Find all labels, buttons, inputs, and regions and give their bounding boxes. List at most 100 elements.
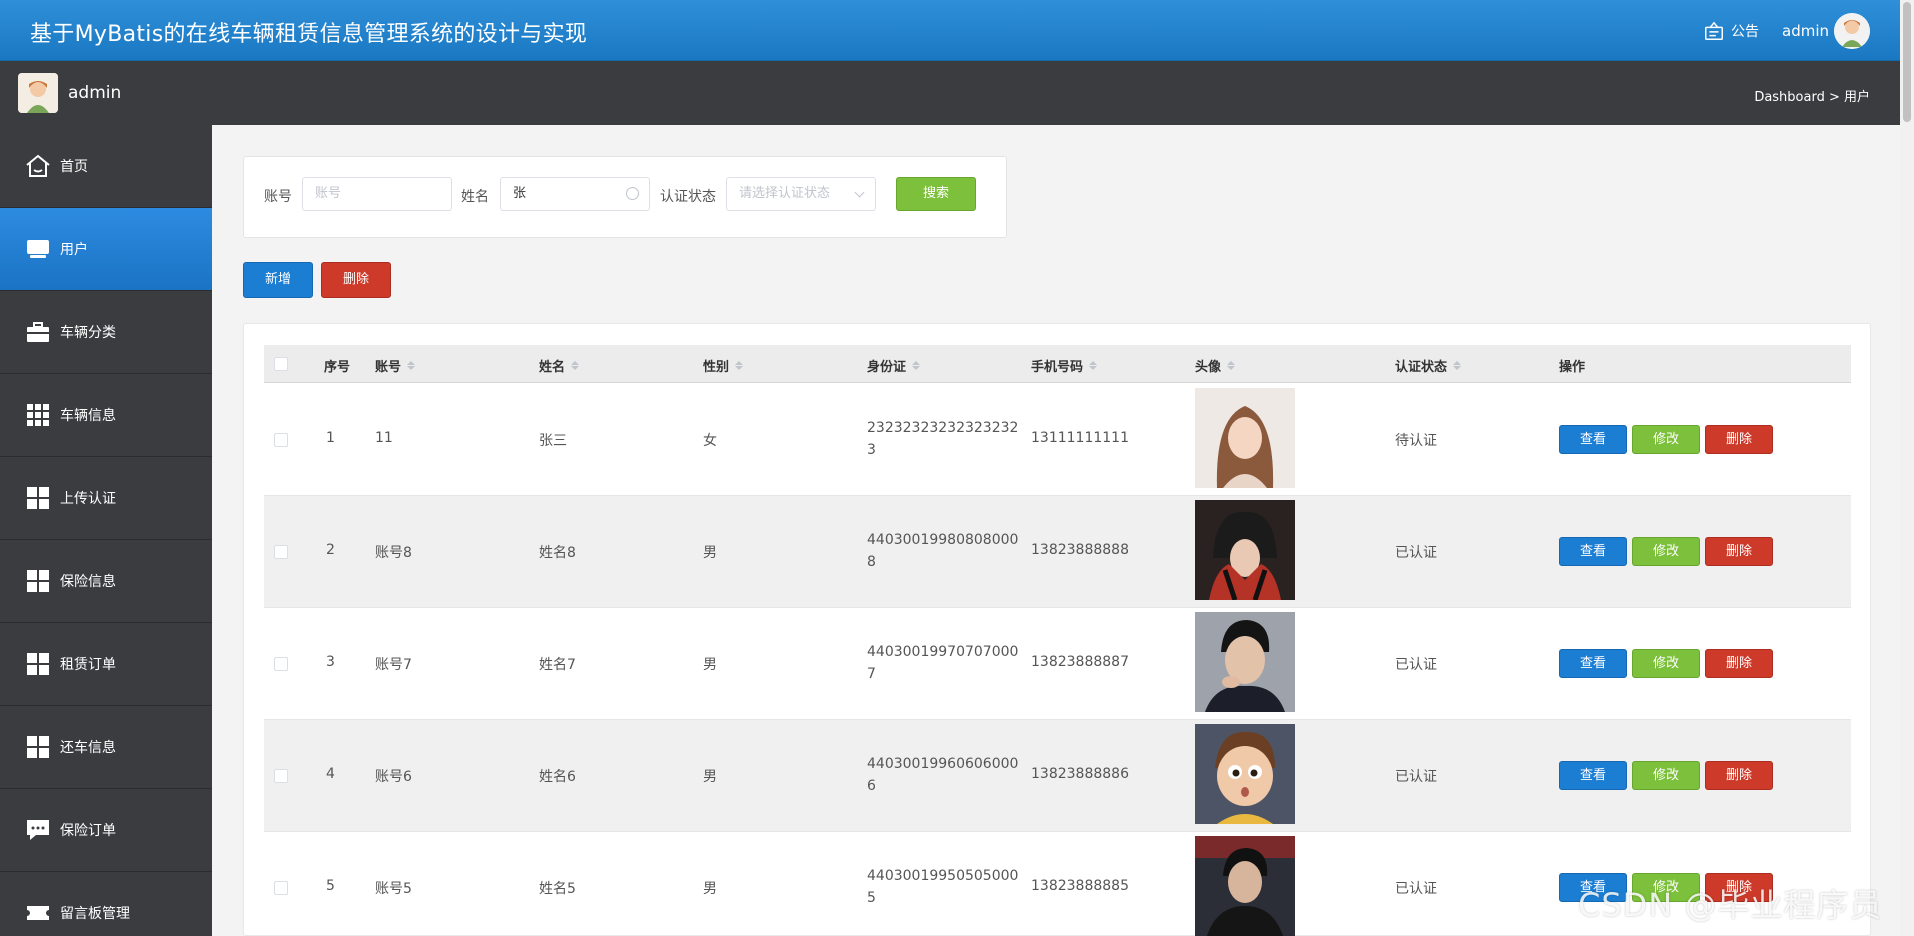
row-checkbox[interactable] [274, 545, 288, 559]
sort-icon[interactable] [571, 361, 580, 370]
cell-id-line2: 7 [867, 666, 876, 682]
grid4-icon [27, 487, 49, 509]
col-header-id-card[interactable]: 身份证 [867, 356, 921, 375]
delete-button[interactable]: 删除 [1705, 425, 1773, 454]
col-header-label: 操作 [1559, 360, 1586, 375]
app-title: 基于MyBatis的在线车辆租赁信息管理系统的设计与实现 [30, 22, 588, 47]
row-checkbox[interactable] [274, 433, 288, 447]
notice-label: 公告 [1731, 24, 1759, 40]
page-scrollbar[interactable] [1900, 0, 1914, 936]
sidebar-item-label: 用户 [60, 242, 88, 258]
view-button[interactable]: 查看 [1559, 649, 1627, 678]
edit-button[interactable]: 修改 [1632, 537, 1700, 566]
col-header-avatar[interactable]: 头像 [1195, 356, 1236, 375]
cell-status: 待认证 [1395, 433, 1437, 449]
cell-phone: 13111111111 [1031, 430, 1129, 446]
cell-no: 2 [326, 542, 335, 558]
delete-button[interactable]: 删除 [1705, 761, 1773, 790]
cell-account: 11 [375, 430, 393, 446]
sort-icon[interactable] [1227, 361, 1236, 370]
col-header-phone[interactable]: 手机号码 [1031, 356, 1098, 375]
delete-button[interactable]: 删除 [1705, 649, 1773, 678]
account-label: 账号 [264, 189, 292, 205]
sidebar-item-label: 保险订单 [60, 823, 116, 839]
sidebar-item-insurance-info[interactable]: 保险信息 [0, 540, 212, 623]
delete-button[interactable]: 删除 [1705, 537, 1773, 566]
cell-status: 已认证 [1395, 769, 1437, 785]
cell-no: 3 [326, 654, 335, 670]
sidebar-item-vehicle-info[interactable]: 车辆信息 [0, 374, 212, 457]
cell-name: 姓名8 [539, 545, 576, 561]
name-label: 姓名 [461, 189, 489, 205]
col-header-label: 序号 [324, 360, 351, 375]
col-header-name[interactable]: 姓名 [539, 356, 580, 375]
cell-account: 账号7 [375, 657, 412, 673]
account-input[interactable]: 账号 [302, 177, 452, 211]
row-checkbox[interactable] [274, 881, 288, 895]
view-button[interactable]: 查看 [1559, 761, 1627, 790]
chat-icon [27, 820, 49, 840]
col-header-gender[interactable]: 性别 [703, 356, 744, 375]
sidebar-item-label: 租赁订单 [60, 657, 116, 673]
avatar-image [1195, 612, 1295, 712]
sort-icon[interactable] [735, 361, 744, 370]
sidebar-item-home[interactable]: 首页 [0, 125, 212, 208]
top-header: 基于MyBatis的在线车辆租赁信息管理系统的设计与实现 公告 admin [0, 0, 1914, 61]
table-row: 3 账号7 姓名7 男 44030019970707000 7 13823888… [264, 608, 1851, 720]
watermark: CSDN @毕业程序员 [1578, 886, 1883, 924]
cell-name: 姓名6 [539, 769, 576, 785]
cell-gender: 男 [703, 881, 717, 897]
cell-name: 姓名7 [539, 657, 576, 673]
sidebar-item-insurance-orders[interactable]: 保险订单 [0, 789, 212, 872]
sort-icon[interactable] [912, 361, 921, 370]
sidebar-item-return-info[interactable]: 还车信息 [0, 706, 212, 789]
cell-account: 账号6 [375, 769, 412, 785]
status-label: 认证状态 [660, 189, 716, 205]
sidebar-item-message-board[interactable]: 留言板管理 [0, 872, 212, 936]
edit-button[interactable]: 修改 [1632, 425, 1700, 454]
table-row: 2 账号8 姓名8 男 44030019980808000 8 13823888… [264, 496, 1851, 608]
sidebar-item-label: 车辆分类 [60, 325, 116, 341]
row-checkbox[interactable] [274, 769, 288, 783]
cell-phone: 13823888888 [1031, 542, 1129, 558]
cell-account: 账号5 [375, 881, 412, 897]
cell-gender: 女 [703, 433, 717, 449]
sidebar-item-rental-orders[interactable]: 租赁订单 [0, 623, 212, 706]
sidebar-avatar [18, 73, 58, 113]
select-all-checkbox[interactable] [274, 357, 288, 371]
sidebar-item-label: 上传认证 [60, 491, 116, 507]
cell-gender: 男 [703, 769, 717, 785]
sidebar-item-vehicle-category[interactable]: 车辆分类 [0, 291, 212, 374]
clear-icon[interactable] [626, 187, 639, 200]
cell-name: 姓名5 [539, 881, 576, 897]
sort-icon[interactable] [1453, 361, 1462, 370]
view-button[interactable]: 查看 [1559, 537, 1627, 566]
col-header-status[interactable]: 认证状态 [1395, 356, 1462, 375]
sidebar-item-label: 还车信息 [60, 740, 116, 756]
edit-button[interactable]: 修改 [1632, 761, 1700, 790]
col-header-label: 认证状态 [1395, 360, 1448, 375]
notice-link[interactable]: 公告 [1703, 20, 1759, 42]
sidebar-item-users[interactable]: 用户 [0, 208, 212, 291]
add-button[interactable]: 新增 [243, 262, 313, 298]
header-username[interactable]: admin [1782, 22, 1829, 40]
sort-icon[interactable] [407, 361, 416, 370]
scrollbar-thumb[interactable] [1903, 2, 1911, 122]
sort-icon[interactable] [1089, 361, 1098, 370]
batch-delete-button[interactable]: 删除 [321, 262, 391, 298]
search-button[interactable]: 搜索 [896, 177, 976, 211]
table-row: 1 11 张三 女 23232323232323232 3 1311111111… [264, 384, 1851, 496]
sidebar-item-upload-cert[interactable]: 上传认证 [0, 457, 212, 540]
row-checkbox[interactable] [274, 657, 288, 671]
cell-account: 账号8 [375, 545, 412, 561]
col-header-account[interactable]: 账号 [375, 356, 416, 375]
grid4-icon [27, 570, 49, 592]
cell-id-line1: 44030019950505000 [867, 868, 1019, 884]
cell-id-line1: 44030019980808000 [867, 532, 1019, 548]
view-button[interactable]: 查看 [1559, 425, 1627, 454]
header-avatar[interactable] [1834, 13, 1870, 49]
sidebar-username: admin [68, 83, 122, 103]
name-input[interactable]: 张 [500, 177, 650, 211]
edit-button[interactable]: 修改 [1632, 649, 1700, 678]
status-select[interactable]: 请选择认证状态 [726, 177, 876, 211]
